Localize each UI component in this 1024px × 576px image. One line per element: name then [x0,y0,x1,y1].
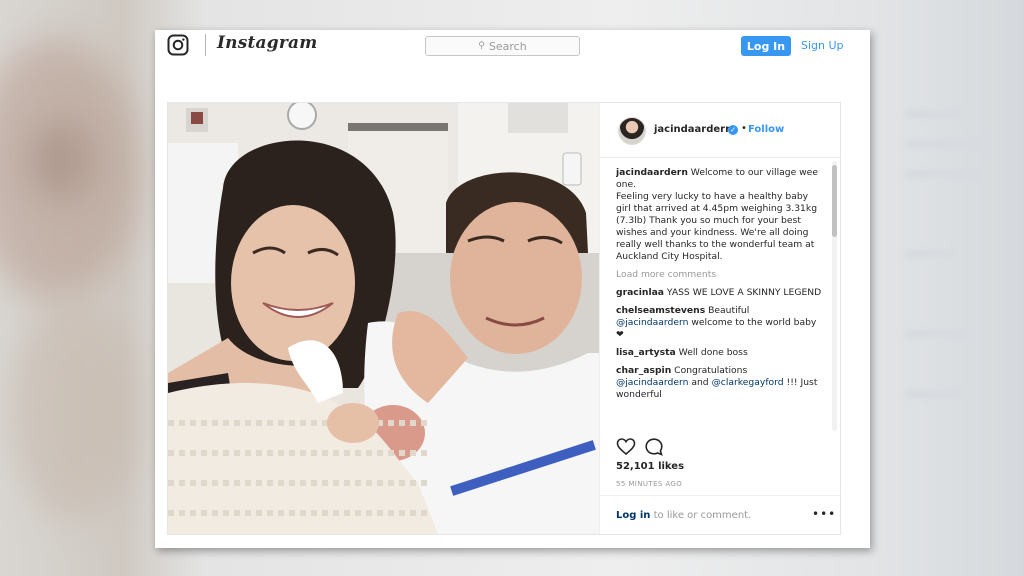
sign-up-link[interactable]: Sign Up [801,39,844,52]
header-divider [205,34,206,56]
comment-item: chelseamstevens Beautiful @jacindaardern… [616,305,822,341]
comment-item: char_aspin Congratulations @jacindaarder… [616,365,822,401]
comment-text: Beautiful [705,305,750,316]
comment-username[interactable]: char_aspin [616,365,671,376]
avatar[interactable] [618,117,646,145]
comment-item: gracinlaa YASS WE LOVE A SKINNY LEGEND [616,287,822,299]
comment-username[interactable]: jacindaardern [616,167,688,178]
separator-dot: • [741,123,747,134]
comment-text: Congratulations [671,365,748,376]
login-link[interactable]: Log in [616,510,650,521]
likes-count[interactable]: 52,101 likes [616,461,684,472]
post-header: jacindaardern ✓ • Follow [600,103,841,158]
post-sidebar: jacindaardern ✓ • Follow jacindaardern W… [599,103,841,534]
instagram-logo-icon[interactable] [167,34,189,56]
post-photo[interactable] [168,103,599,534]
load-more-comments-link[interactable]: Load more comments [616,269,822,281]
scrollbar-thumb[interactable] [832,165,837,237]
post-container: jacindaardern ✓ • Follow jacindaardern W… [167,102,841,535]
comment-text: YASS WE LOVE A SKINNY LEGEND [664,287,822,298]
top-navigation-bar: Instagram ⚲ Search Log In Sign Up [155,30,870,74]
mention-link[interactable]: @jacindaardern [616,317,688,328]
comment-text: Well done boss [675,347,748,358]
post-actions [616,437,816,457]
comment-prompt-bar: Log in to like or comment. ••• [600,495,841,535]
login-prompt: Log in to like or comment. [616,510,751,521]
mention-link[interactable]: @jacindaardern [616,377,688,388]
caption-text-line2: Feeling very lucky to have a healthy bab… [616,191,818,262]
comment-text: and [688,377,712,388]
heart-icon[interactable] [616,437,636,457]
log-in-button[interactable]: Log In [741,36,791,56]
comment-item: lisa_artysta Well done boss [616,347,822,359]
comments-scrollbar[interactable] [832,161,837,431]
caption: jacindaardern Welcome to our village wee… [616,167,822,263]
mention-link[interactable]: @clarkegayford [712,377,784,388]
instagram-post-screenshot: Instagram ⚲ Search Log In Sign Up jacind… [155,30,870,548]
instagram-wordmark[interactable]: Instagram [217,33,317,53]
login-prompt-text: to like or comment. [650,510,752,521]
post-timestamp: 55 MINUTES AGO [616,480,683,488]
follow-button[interactable]: Follow [748,124,784,135]
post-username[interactable]: jacindaardern [654,124,732,135]
verified-badge-icon: ✓ [728,125,738,135]
comment-username[interactable]: lisa_artysta [616,347,676,358]
search-input[interactable]: ⚲ Search [425,36,580,56]
search-placeholder: Search [488,39,527,53]
more-options-icon[interactable]: ••• [812,507,836,521]
comment-username[interactable]: chelseamstevens [616,305,705,316]
post-photo-illustration [168,103,599,534]
comment-icon[interactable] [644,437,664,457]
comment-username[interactable]: gracinlaa [616,287,664,298]
comments-list: jacindaardern Welcome to our village wee… [616,167,822,429]
search-icon: ⚲ [478,41,485,51]
